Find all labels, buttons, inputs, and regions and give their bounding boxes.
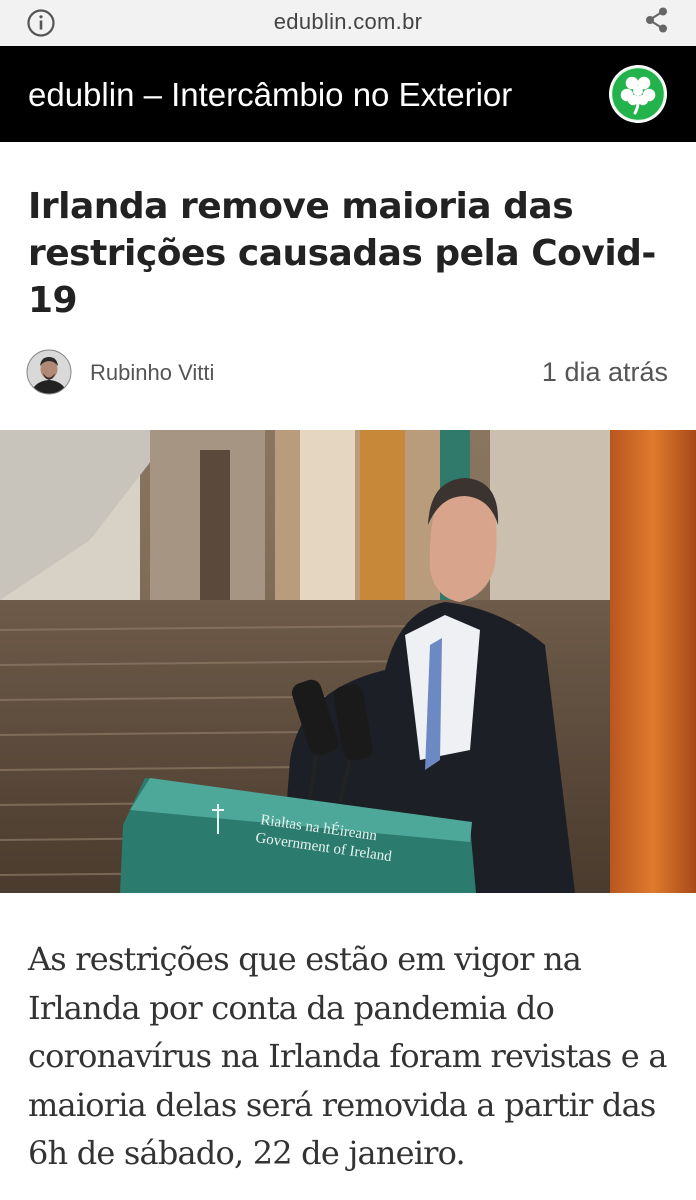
- article-lead: As restrições que estão em vigor na Irla…: [28, 940, 667, 1172]
- author-avatar[interactable]: [26, 349, 72, 395]
- share-icon[interactable]: [642, 5, 672, 35]
- site-header: edublin – Intercâmbio no Exterior: [0, 46, 696, 142]
- url-text[interactable]: edublin.com.br: [0, 9, 696, 35]
- shamrock-logo-icon[interactable]: [608, 64, 668, 124]
- author-name[interactable]: Rubinho Vitti: [90, 360, 214, 386]
- browser-url-bar: edublin.com.br: [0, 0, 696, 46]
- post-date: 1 dia atrás: [541, 357, 668, 387]
- article-title: Irlanda remove maioria das restrições ca…: [28, 186, 656, 321]
- hero-image[interactable]: Rialtas na hÉireann Government of Irelan…: [0, 430, 696, 893]
- site-title[interactable]: edublin – Intercâmbio no Exterior: [28, 76, 512, 114]
- press-conference-photo: Rialtas na hÉireann Government of Irelan…: [0, 430, 696, 893]
